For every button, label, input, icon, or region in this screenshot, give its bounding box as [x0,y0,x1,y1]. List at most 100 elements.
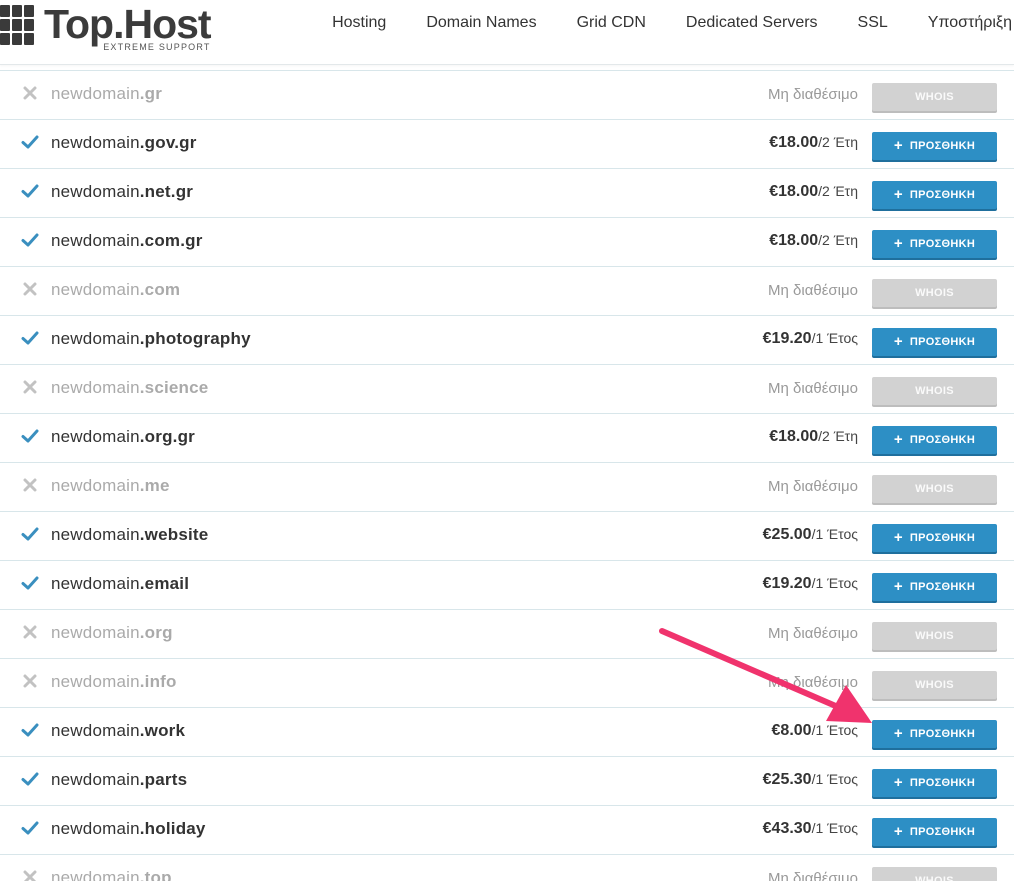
domain-name: newdomain.com.gr [51,231,203,251]
domain-tld: .org [139,623,173,642]
add-button-label: ΠΡΟΣΘΗΚΗ [909,434,976,446]
checkmark-icon [20,181,40,201]
domain-price: €25.30/1 Έτος [763,771,858,789]
whois-button-label: WHOIS [915,679,954,691]
add-to-cart-button[interactable]: + ΠΡΟΣΘΗΚΗ [872,573,997,601]
domain-name: newdomain.top [51,868,172,881]
plus-icon: + [893,725,903,742]
plus-icon: + [893,235,903,252]
domain-name: newdomain.net.gr [51,182,193,202]
logo[interactable]: Top.Host EXTREME SUPPORT [0,1,212,58]
plus-icon: + [893,774,903,791]
whois-button-label: WHOIS [915,91,954,103]
whois-button[interactable]: WHOIS [872,83,997,111]
nav-dedicated-servers[interactable]: Dedicated Servers [686,14,818,32]
domain-sld: newdomain [51,721,140,740]
domain-results-list: newdomain.gr Μη διαθέσιμο WHOIS newdomain.g… [0,70,1014,881]
domain-tld: .work [139,721,186,740]
domain-sld: newdomain [51,378,140,397]
add-button-label: ΠΡΟΣΘΗΚΗ [909,140,976,152]
price-amount: €25.00 [762,526,812,543]
price-period: /2 Έτη [818,183,858,199]
nav-ssl[interactable]: SSL [858,14,888,32]
add-to-cart-button[interactable]: + ΠΡΟΣΘΗΚΗ [872,818,997,846]
domain-sld: newdomain [51,770,140,789]
whois-button[interactable]: WHOIS [872,867,997,881]
price-period: /1 Έτος [811,526,858,542]
whois-button[interactable]: WHOIS [872,622,997,650]
add-to-cart-button[interactable]: + ΠΡΟΣΘΗΚΗ [872,132,997,160]
price-period: /1 Έτος [811,771,858,787]
price-amount: €18.00 [769,134,819,151]
add-button-label: ΠΡΟΣΘΗΚΗ [909,189,976,201]
domain-tld: .me [139,476,170,495]
domain-tld: .top [139,868,172,881]
add-button-label: ΠΡΟΣΘΗΚΗ [909,336,976,348]
domain-row: newdomain.me Μη διαθέσιμο WHOIS [0,463,1014,512]
price-amount: €19.20 [762,575,812,592]
nav-hosting[interactable]: Hosting [332,14,386,32]
domain-price: €18.00/2 Έτη [769,183,858,201]
domain-tld: .net.gr [139,182,194,201]
whois-button[interactable]: WHOIS [872,279,997,307]
whois-button[interactable]: WHOIS [872,475,997,503]
plus-icon: + [893,431,903,448]
nav-domain-names[interactable]: Domain Names [426,14,536,32]
price-period: /1 Έτος [811,820,858,836]
domain-sld: newdomain [51,819,140,838]
cross-icon [20,377,40,397]
domain-price: €25.00/1 Έτος [763,526,858,544]
nav-support[interactable]: Υποστήριξη [928,14,1012,32]
domain-sld: newdomain [51,182,140,201]
add-button-label: ΠΡΟΣΘΗΚΗ [909,238,976,250]
domain-price: €18.00/2 Έτη [769,134,858,152]
domain-name: newdomain.holiday [51,819,206,839]
domain-row: newdomain.com Μη διαθέσιμο WHOIS [0,267,1014,316]
add-to-cart-button[interactable]: + ΠΡΟΣΘΗΚΗ [872,769,997,797]
add-to-cart-button[interactable]: + ΠΡΟΣΘΗΚΗ [872,426,997,454]
domain-tld: .holiday [139,819,206,838]
add-to-cart-button[interactable]: + ΠΡΟΣΘΗΚΗ [872,720,997,748]
whois-button[interactable]: WHOIS [872,671,997,699]
unavailable-label: Μη διαθέσιμο [768,380,858,397]
plus-icon: + [893,529,903,546]
domain-row: newdomain.net.gr €18.00/2 Έτη + ΠΡΟΣΘΗΚΗ [0,169,1014,218]
logo-name: Top.Host [44,1,212,47]
price-amount: €8.00 [771,722,812,739]
price-amount: €18.00 [769,428,819,445]
plus-icon: + [893,333,903,350]
domain-row: newdomain.org.gr €18.00/2 Έτη + ΠΡΟΣΘΗΚΗ [0,414,1014,463]
domain-sld: newdomain [51,427,140,446]
domain-price: €18.00/2 Έτη [769,428,858,446]
checkmark-icon [20,769,40,789]
domain-row: newdomain.gov.gr €18.00/2 Έτη + ΠΡΟΣΘΗΚΗ [0,120,1014,169]
domain-tld: .info [139,672,177,691]
domain-name: newdomain.photography [51,329,251,349]
nav-grid-cdn[interactable]: Grid CDN [577,14,646,32]
domain-tld: .gov.gr [139,133,197,152]
plus-icon: + [893,578,903,595]
cross-icon [20,622,40,642]
unavailable-label: Μη διαθέσιμο [768,625,858,642]
domain-row: newdomain.parts €25.30/1 Έτος + ΠΡΟΣΘΗΚΗ [0,757,1014,806]
domain-row: newdomain.work €8.00/1 Έτος + ΠΡΟΣΘΗΚΗ [0,708,1014,757]
domain-tld: .parts [139,770,188,789]
price-period: /2 Έτη [818,232,858,248]
domain-name: newdomain.website [51,525,208,545]
add-to-cart-button[interactable]: + ΠΡΟΣΘΗΚΗ [872,181,997,209]
domain-tld: .email [139,574,190,593]
domain-tld: .com [139,280,181,299]
whois-button-label: WHOIS [915,483,954,495]
price-amount: €18.00 [769,183,819,200]
add-to-cart-button[interactable]: + ΠΡΟΣΘΗΚΗ [872,524,997,552]
domain-row: newdomain.org Μη διαθέσιμο WHOIS [0,610,1014,659]
cross-icon [20,83,40,103]
price-period: /2 Έτη [818,134,858,150]
price-period: /1 Έτος [811,575,858,591]
add-to-cart-button[interactable]: + ΠΡΟΣΘΗΚΗ [872,230,997,258]
plus-icon: + [893,137,903,154]
domain-name: newdomain.gov.gr [51,133,197,153]
domain-name: newdomain.science [51,378,208,398]
whois-button[interactable]: WHOIS [872,377,997,405]
add-to-cart-button[interactable]: + ΠΡΟΣΘΗΚΗ [872,328,997,356]
